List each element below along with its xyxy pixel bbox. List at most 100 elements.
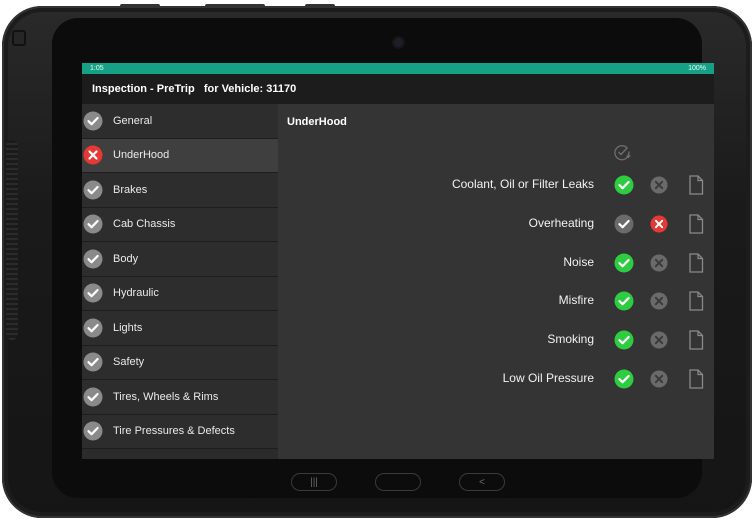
checklist-item-label: Noise <box>563 254 594 269</box>
sidebar-item[interactable]: Brakes <box>82 173 278 208</box>
sidebar-item-label: Brakes <box>113 183 148 196</box>
sidebar-item[interactable]: Tires, Wheels & Rims <box>82 380 278 415</box>
note-button[interactable] <box>688 369 704 389</box>
section-title: UnderHood <box>287 116 347 128</box>
pass-status-icon <box>83 318 103 338</box>
pass-button[interactable] <box>614 214 634 234</box>
pass-button[interactable] <box>614 291 634 311</box>
pass-button[interactable] <box>614 175 634 195</box>
close-icon <box>650 215 668 233</box>
note-button[interactable] <box>688 214 704 234</box>
document-icon <box>689 330 704 350</box>
sidebar-item-label: Cab Chassis <box>113 218 176 231</box>
check-icon <box>614 214 634 234</box>
recents-button[interactable]: ||| <box>291 473 337 491</box>
sidebar-item-label: Tires, Wheels & Rims <box>113 390 219 403</box>
app-screen: 1:05 100% Inspection - PreTrip for Vehic… <box>82 63 714 459</box>
device-power-button <box>305 4 335 8</box>
check-icon <box>614 330 634 350</box>
note-button[interactable] <box>688 330 704 350</box>
device-side-grip <box>6 140 18 340</box>
pass-status-icon <box>83 180 103 200</box>
sidebar-item[interactable]: Tire Pressures & Defects <box>82 414 278 449</box>
checklist-item-label: Smoking <box>547 332 594 347</box>
checklist-item-label: Overheating <box>528 215 594 230</box>
sidebar-item[interactable]: Cab Chassis <box>82 207 278 242</box>
pass-status-icon <box>83 352 103 372</box>
checklist-item-label: Low Oil Pressure <box>502 371 594 385</box>
fail-button[interactable] <box>650 370 668 388</box>
close-icon <box>650 254 668 272</box>
pass-status-icon <box>83 387 103 407</box>
checklist-item-label: Coolant, Oil or Filter Leaks <box>451 177 594 191</box>
add-check-icon[interactable] <box>612 142 632 162</box>
sidebar-item-label: Body <box>113 252 139 265</box>
sidebar-item[interactable]: Body <box>82 242 278 277</box>
checklist-row: Noise <box>278 250 714 276</box>
checklist-row: Smoking <box>278 327 714 353</box>
sidebar-item[interactable]: General <box>82 104 278 139</box>
status-icon-wrap <box>82 111 104 131</box>
check-icon <box>614 175 634 195</box>
back-button[interactable]: < <box>459 473 505 491</box>
document-icon <box>689 214 704 234</box>
status-icon-wrap <box>82 318 104 338</box>
check-icon <box>614 369 634 389</box>
check-icon <box>614 291 634 311</box>
sidebar-item-label: Tire Pressures & Defects <box>113 425 235 438</box>
pass-status-icon <box>83 214 103 234</box>
checklist-row: Coolant, Oil or Filter Leaks <box>278 172 714 198</box>
fail-button[interactable] <box>650 215 668 233</box>
pass-button[interactable] <box>614 369 634 389</box>
sidebar-item-label: General <box>113 114 153 127</box>
sidebar-item-label: UnderHood <box>113 149 170 162</box>
status-icon-wrap <box>82 145 104 165</box>
fail-button[interactable] <box>650 331 668 349</box>
stylus-icon <box>12 30 26 46</box>
check-icon <box>614 253 634 273</box>
checklist-row: Low Oil Pressure <box>278 366 714 392</box>
sidebar-item[interactable]: Safety <box>82 345 278 380</box>
status-battery: 100% <box>688 65 706 72</box>
note-button[interactable] <box>688 175 704 195</box>
status-bar: 1:05 100% <box>82 63 714 74</box>
inspection-panel: UnderHood Coolant, Oil or Filter Leaks Ov… <box>278 104 714 459</box>
pass-button[interactable] <box>614 253 634 273</box>
pass-status-icon <box>83 421 103 441</box>
fail-button[interactable] <box>650 176 668 194</box>
document-icon <box>689 175 704 195</box>
device-volume-button <box>205 4 265 8</box>
fail-status-icon <box>83 145 103 165</box>
checklist-row: Misfire <box>278 288 714 314</box>
fail-button[interactable] <box>650 292 668 310</box>
status-icon-wrap <box>82 283 104 303</box>
close-icon <box>650 176 668 194</box>
sidebar-item[interactable]: UnderHood <box>82 138 278 173</box>
pass-button[interactable] <box>614 330 634 350</box>
sidebar-item-label: Hydraulic <box>113 287 159 300</box>
document-icon <box>689 252 704 273</box>
sidebar-item-label: Lights <box>113 321 143 334</box>
close-icon <box>650 331 668 349</box>
status-icon-wrap <box>82 352 104 372</box>
close-icon <box>650 370 668 388</box>
status-icon-wrap <box>82 421 104 441</box>
checklist-row: Overheating <box>278 211 714 237</box>
fail-button[interactable] <box>650 254 668 272</box>
sidebar: General UnderHood Brakes Cab Chassis Body Hyd… <box>82 104 278 459</box>
device-top-button <box>120 4 160 8</box>
note-button[interactable] <box>688 291 704 312</box>
home-button[interactable] <box>375 473 421 491</box>
sidebar-item[interactable]: Lights <box>82 311 278 346</box>
close-icon <box>650 292 668 310</box>
status-icon-wrap <box>82 249 104 269</box>
note-button[interactable] <box>688 252 704 273</box>
sidebar-item[interactable]: Hydraulic <box>82 276 278 311</box>
pass-status-icon <box>83 283 103 303</box>
status-time: 1:05 <box>90 65 104 72</box>
pass-status-icon <box>83 111 103 131</box>
content-area: General UnderHood Brakes Cab Chassis Body Hyd… <box>82 104 714 459</box>
status-icon-wrap <box>82 214 104 234</box>
sidebar-item-label: Safety <box>113 356 145 369</box>
camera-icon <box>394 38 403 47</box>
